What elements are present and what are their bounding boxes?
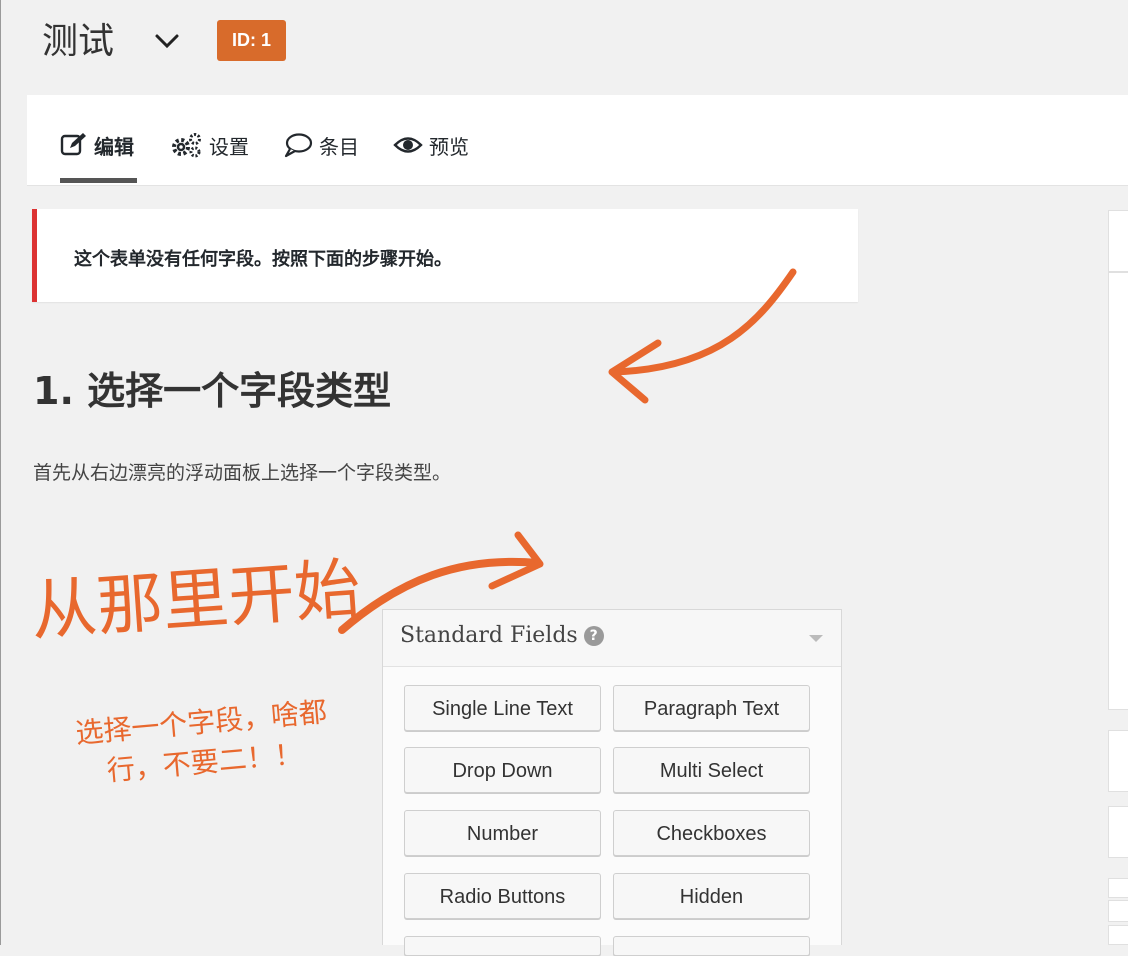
form-id-badge: ID: 1 — [217, 20, 286, 61]
tab-preview[interactable]: 预览 — [393, 127, 469, 163]
eye-icon — [393, 137, 423, 153]
standard-fields-panel: Standard Fields? Single Line Text Paragr… — [382, 609, 842, 956]
step-heading: 1. 选择一个字段类型 — [33, 369, 392, 413]
tab-settings-label: 设置 — [209, 134, 249, 159]
annotation-start-here: 从那里开始 — [28, 550, 363, 651]
annotation-note: 选择一个字段，啥都 行，不要二！！ — [45, 690, 361, 797]
tab-edit[interactable]: 编辑 — [60, 127, 134, 163]
tab-bar: 编辑 设置 条目 预览 — [27, 95, 1128, 186]
field-multi-select-button[interactable]: Multi Select — [613, 747, 810, 793]
field-button-partial[interactable] — [613, 936, 810, 956]
tab-entries[interactable]: 条目 — [283, 127, 359, 163]
field-drop-down-button[interactable]: Drop Down — [404, 747, 601, 793]
field-radio-buttons-button[interactable]: Radio Buttons — [404, 873, 601, 919]
sidebar-box — [1108, 925, 1128, 945]
standard-fields-title-text: Standard Fields — [400, 623, 578, 648]
gears-icon — [172, 133, 201, 158]
standard-fields-header[interactable]: Standard Fields? — [383, 610, 841, 667]
form-title: 测试 — [42, 21, 115, 62]
empty-form-notice: 这个表单没有任何字段。按照下面的步骤开始。 — [32, 209, 858, 302]
arrow-to-panel-head — [488, 531, 544, 590]
sidebar-box — [1108, 878, 1128, 898]
field-number-button[interactable]: Number — [404, 810, 601, 856]
tab-settings[interactable]: 设置 — [171, 127, 249, 163]
sidebar-box — [1108, 900, 1128, 922]
step-description: 首先从右边漂亮的浮动面板上选择一个字段类型。 — [33, 462, 452, 484]
field-hidden-button[interactable]: Hidden — [613, 873, 810, 919]
edit-icon — [60, 133, 86, 156]
tab-entries-label: 条目 — [319, 134, 359, 159]
field-single-line-text-button[interactable]: Single Line Text — [404, 685, 601, 731]
notice-text: 这个表单没有任何字段。按照下面的步骤开始。 — [74, 249, 452, 270]
tab-preview-label: 预览 — [429, 134, 469, 159]
chevron-down-icon[interactable] — [154, 33, 180, 49]
field-checkboxes-button[interactable]: Checkboxes — [613, 810, 810, 856]
field-button-partial[interactable] — [404, 936, 601, 956]
tab-edit-label: 编辑 — [94, 134, 134, 159]
sidebar-box — [1108, 806, 1128, 858]
field-paragraph-text-button[interactable]: Paragraph Text — [613, 685, 810, 731]
sidebar-box — [1108, 730, 1128, 792]
active-tab-indicator — [60, 178, 137, 183]
help-icon[interactable]: ? — [583, 626, 604, 646]
window-border — [0, 0, 1, 945]
sidebar-box — [1108, 272, 1128, 710]
comment-icon — [284, 133, 313, 158]
standard-fields-title: Standard Fields? — [400, 623, 604, 648]
sidebar-box — [1108, 210, 1128, 272]
arrow-to-notice-head — [608, 339, 662, 404]
collapse-arrow-icon[interactable] — [809, 635, 823, 642]
